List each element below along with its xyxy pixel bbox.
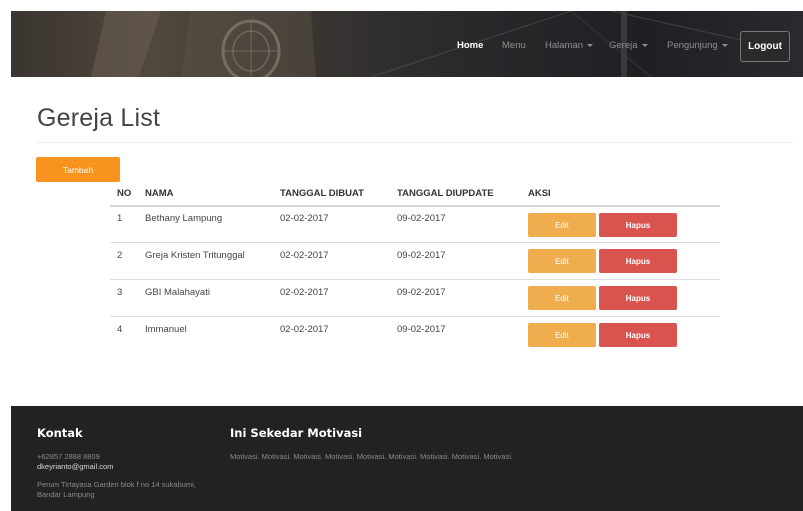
add-button[interactable]: Tambah [36,157,120,182]
row-nama: GBI Malahayati [145,287,210,298]
row-tanggal-dibuat: 02-02-2017 [280,287,329,298]
hapus-button[interactable]: Hapus [599,249,677,273]
column-header-nama: NAMA [145,188,174,199]
nav-pengunjung[interactable]: Pengunjung [667,40,728,51]
nav-menu[interactable]: Menu [502,40,526,51]
column-header-aksi: AKSI [528,188,551,199]
footer: Kontak +62857 2888 8809 dkeyrianto@gmail… [11,406,803,511]
row-number: 3 [117,287,123,298]
footer-email[interactable]: dkeyrianto@gmail.com [37,462,113,471]
logout-button[interactable]: Logout [740,31,790,62]
nav-home[interactable]: Home [457,40,483,51]
title-divider [37,142,793,143]
hapus-button[interactable]: Hapus [599,286,677,310]
footer-address-line2: Bandar Lampung [37,490,95,499]
column-header-tanggal-diupdate: TANGGAL DIUPDATE [397,188,494,199]
nav-halaman[interactable]: Halaman [545,40,594,51]
footer-kontak-title: Kontak [37,426,83,440]
nav-pengunjung-label: Pengunjung [667,40,718,51]
row-tanggal-dibuat: 02-02-2017 [280,324,329,335]
edit-button[interactable]: Edit [528,286,596,310]
row-divider [110,279,720,280]
row-tanggal-diupdate: 09-02-2017 [397,250,446,261]
chevron-down-icon [721,43,728,47]
footer-motivasi-text: Motivasi. Motivasi. Motivasi. Motivasi. … [230,452,513,461]
row-number: 4 [117,324,123,335]
chevron-down-icon [587,43,594,47]
row-tanggal-dibuat: 02-02-2017 [280,213,329,224]
footer-address-line1: Perum Tirtayasa Garden blok f no 14 suka… [37,480,196,489]
hapus-button[interactable]: Hapus [599,323,677,347]
nav-gereja[interactable]: Gereja [609,40,648,51]
page-title: Gereja List [37,104,161,132]
row-tanggal-diupdate: 09-02-2017 [397,213,446,224]
nav-halaman-label: Halaman [545,40,584,51]
column-header-tanggal-dibuat: TANGGAL DIBUAT [280,188,364,199]
edit-button[interactable]: Edit [528,249,596,273]
row-nama: Bethany Lampung [145,213,223,224]
row-tanggal-dibuat: 02-02-2017 [280,250,329,261]
hapus-button[interactable]: Hapus [599,213,677,237]
row-tanggal-diupdate: 09-02-2017 [397,324,446,335]
row-number: 2 [117,250,123,261]
edit-button[interactable]: Edit [528,323,596,347]
chevron-down-icon [641,43,648,47]
row-nama: Immanuel [145,324,187,335]
nav-gereja-label: Gereja [609,40,638,51]
row-divider [110,242,720,243]
header-banner: Home Menu Halaman Gereja Pengunjung [11,11,803,77]
column-header-no: NO [117,188,132,199]
row-nama: Greja Kristen Tritunggal [145,250,245,261]
table-header-divider [110,205,720,207]
footer-motivasi-title: Ini Sekedar Motivasi [230,426,363,440]
edit-button[interactable]: Edit [528,213,596,237]
row-number: 1 [117,213,123,224]
footer-phone: +62857 2888 8809 [37,452,100,461]
row-tanggal-diupdate: 09-02-2017 [397,287,446,298]
row-divider [110,316,720,317]
